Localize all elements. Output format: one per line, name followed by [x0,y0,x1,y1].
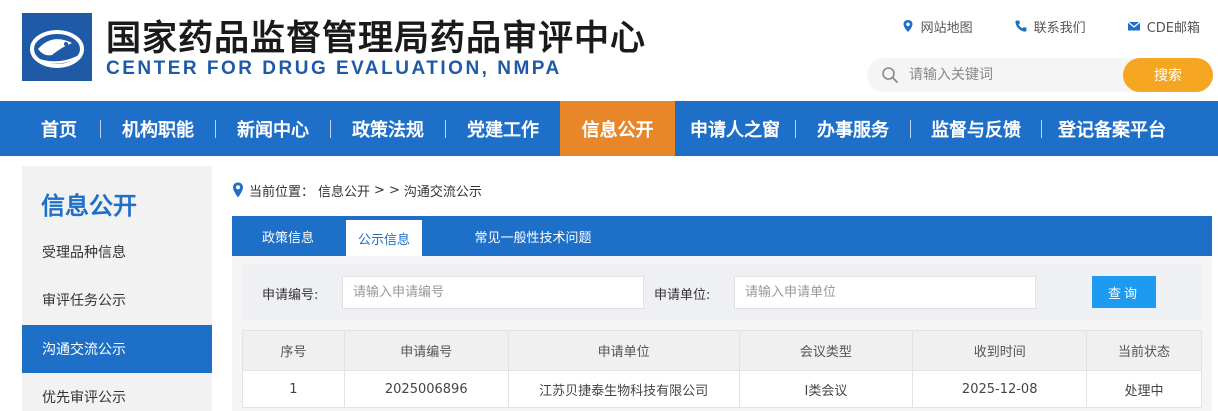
site-title-en: CENTER FOR DRUG EVALUATION, NMPA [106,58,562,79]
nav-item-functions[interactable]: 机构职能 [101,101,215,156]
cell-applicant: 江苏贝捷泰生物科技有限公司 [507,370,740,408]
nav-item-disclosure[interactable]: 信息公开 [560,101,675,156]
cde-mail-label: CDE邮箱 [1146,20,1200,36]
search-box: 搜索 [867,58,1213,92]
tab-bar: 政策信息 公示信息 常见一般性技术问题 [232,216,1212,256]
filter-bar: 申请编号: 申请单位: 查询 [242,264,1202,320]
nav-item-registration[interactable]: 登记备案平台 [1042,101,1182,156]
cell-meeting-type: I类会议 [738,370,914,408]
sidebar-item-communication[interactable]: 沟通交流公示 [22,325,212,373]
col-index: 序号 [242,330,345,371]
sidebar-item-priority-review[interactable]: 优先审评公示 [22,373,212,411]
search-button[interactable]: 搜索 [1123,58,1213,92]
tab-general-tech-questions[interactable]: 常见一般性技术问题 [458,216,608,256]
applicant-label: 申请单位: [654,288,711,303]
sidebar: 信息公开 受理品种信息 审评任务公示 沟通交流公示 优先审评公示 [22,166,212,411]
contact-link[interactable]: 联系我们 [1013,17,1086,36]
sidebar-item-review-tasks[interactable]: 审评任务公示 [22,276,212,324]
tab-public-info[interactable]: 公示信息 [346,220,422,256]
nav-item-home[interactable]: 首页 [18,101,100,156]
app-no-input[interactable] [342,276,644,309]
breadcrumb-separator: > [388,182,400,198]
nav-item-news[interactable]: 新闻中心 [216,101,330,156]
cell-app-no: 2025006896 [343,370,509,408]
location-pin-icon [233,182,243,198]
results-table: 序号 申请编号 申请单位 会议类型 收到时间 当前状态 1 2025006896… [242,330,1202,408]
breadcrumb-prefix: 当前位置： [249,184,315,200]
phone-icon [1013,18,1029,34]
sidebar-title: 信息公开 [41,192,137,220]
cell-received-date: 2025-12-08 [912,370,1088,408]
breadcrumb: 当前位置： 信息公开 > > 沟通交流公示 [232,180,486,200]
breadcrumb-current: 沟通交流公示 [403,184,482,200]
top-links: 网站地图 联系我们 CDE邮箱 [860,16,1200,36]
col-status: 当前状态 [1086,330,1202,371]
app-no-label: 申请编号: [262,288,319,303]
table-header-row: 序号 申请编号 申请单位 会议类型 收到时间 当前状态 [242,330,1202,371]
cde-logo[interactable] [22,13,92,81]
contact-label: 联系我们 [1033,20,1086,36]
site-header: 国家药品监督管理局药品审评中心 CENTER FOR DRUG EVALUATI… [0,0,1218,101]
nav-item-services[interactable]: 办事服务 [796,101,910,156]
col-app-no: 申请编号 [343,330,509,371]
col-applicant: 申请单位 [507,330,740,371]
tab-policy-info[interactable]: 政策信息 [244,216,332,256]
search-icon [882,67,898,83]
content-panel: 政策信息 公示信息 常见一般性技术问题 申请编号: 申请单位: 查询 序号 申请… [232,216,1212,411]
table-row[interactable]: 1 2025006896 江苏贝捷泰生物科技有限公司 I类会议 2025-12-… [242,370,1202,408]
search-input[interactable] [909,65,1109,85]
cde-mail-link[interactable]: CDE邮箱 [1126,17,1200,36]
sidebar-item-accepted[interactable]: 受理品种信息 [22,228,212,276]
breadcrumb-disclosure[interactable]: 信息公开 [318,181,370,200]
nav-item-policy[interactable]: 政策法规 [331,101,445,156]
col-meeting-type: 会议类型 [738,330,914,371]
query-button[interactable]: 查询 [1092,276,1156,308]
nav-item-party[interactable]: 党建工作 [446,101,560,156]
location-pin-icon [900,18,916,34]
cell-index: 1 [242,370,345,408]
applicant-input[interactable] [734,276,1036,309]
main-nav: 首页 机构职能 新闻中心 政策法规 党建工作 信息公开 申请人之窗 办事服务 监… [0,101,1218,156]
site-title-cn: 国家药品监督管理局药品审评中心 [106,19,647,59]
breadcrumb-separator: > [374,182,385,198]
sitemap-label: 网站地图 [920,20,973,36]
cell-status: 处理中 [1086,370,1202,408]
sitemap-link[interactable]: 网站地图 [900,17,973,36]
mail-icon [1126,18,1142,34]
nav-item-applicant[interactable]: 申请人之窗 [675,101,795,156]
nav-item-feedback[interactable]: 监督与反馈 [911,101,1041,156]
col-received-date: 收到时间 [912,330,1088,371]
